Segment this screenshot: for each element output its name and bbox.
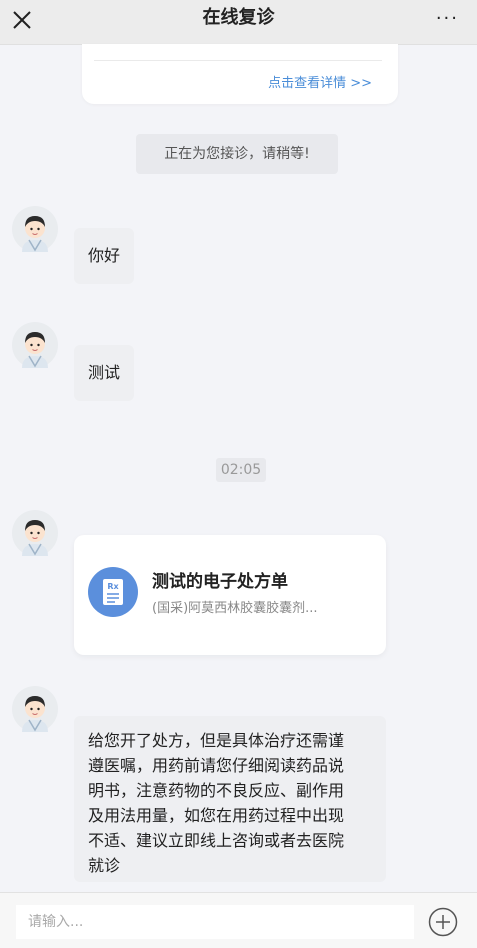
message-input[interactable] xyxy=(16,905,414,939)
doctor-avatar[interactable] xyxy=(12,206,58,252)
note-line: 给您开了处方，但是具体治疗还需谨 xyxy=(88,731,345,750)
system-message: 正在为您接诊，请稍等! xyxy=(136,134,338,174)
prescription-card[interactable]: Rx 测试的电子处方单 (国采)阿莫西林胶囊胶囊剂... xyxy=(74,535,386,655)
note-line: 及用法用量，如您在用药过程中出现 xyxy=(88,806,345,825)
doctor-avatar[interactable] xyxy=(12,686,58,732)
page-title: 在线复诊 xyxy=(202,7,275,28)
svg-text:Rx: Rx xyxy=(107,582,119,591)
consultation-card: 点击查看详情 >> xyxy=(82,44,398,104)
note-line: 不适、建议立即线上咨询或者去医院 xyxy=(88,831,345,850)
doctor-note-bubble: 给您开了处方，但是具体治疗还需谨 遵医嘱，用药前请您仔细阅读药品说 明书，注意药… xyxy=(74,716,386,882)
prescription-title: 测试的电子处方单 xyxy=(152,572,288,592)
view-details-link[interactable]: 点击查看详情 >> xyxy=(268,72,372,91)
doctor-avatar[interactable] xyxy=(12,510,58,556)
input-bar xyxy=(0,892,477,948)
more-menu-icon[interactable]: ··· xyxy=(436,8,459,29)
card-divider xyxy=(94,60,382,61)
note-line: 遵医嘱，用药前请您仔细阅读药品说 xyxy=(88,756,345,775)
note-line: 明书，注意药物的不良反应、副作用 xyxy=(88,781,345,800)
prescription-subtitle: (国采)阿莫西林胶囊胶囊剂... xyxy=(152,601,318,616)
top-bar: 在线复诊 ··· xyxy=(0,0,477,45)
add-icon[interactable] xyxy=(428,907,458,937)
chat-bubble: 你好 xyxy=(74,228,134,284)
note-line: 就诊 xyxy=(88,856,121,875)
doctor-avatar[interactable] xyxy=(12,322,58,368)
prescription-icon: Rx xyxy=(88,567,138,617)
chat-bubble: 测试 xyxy=(74,345,134,401)
message-timestamp: 02:05 xyxy=(216,458,266,482)
